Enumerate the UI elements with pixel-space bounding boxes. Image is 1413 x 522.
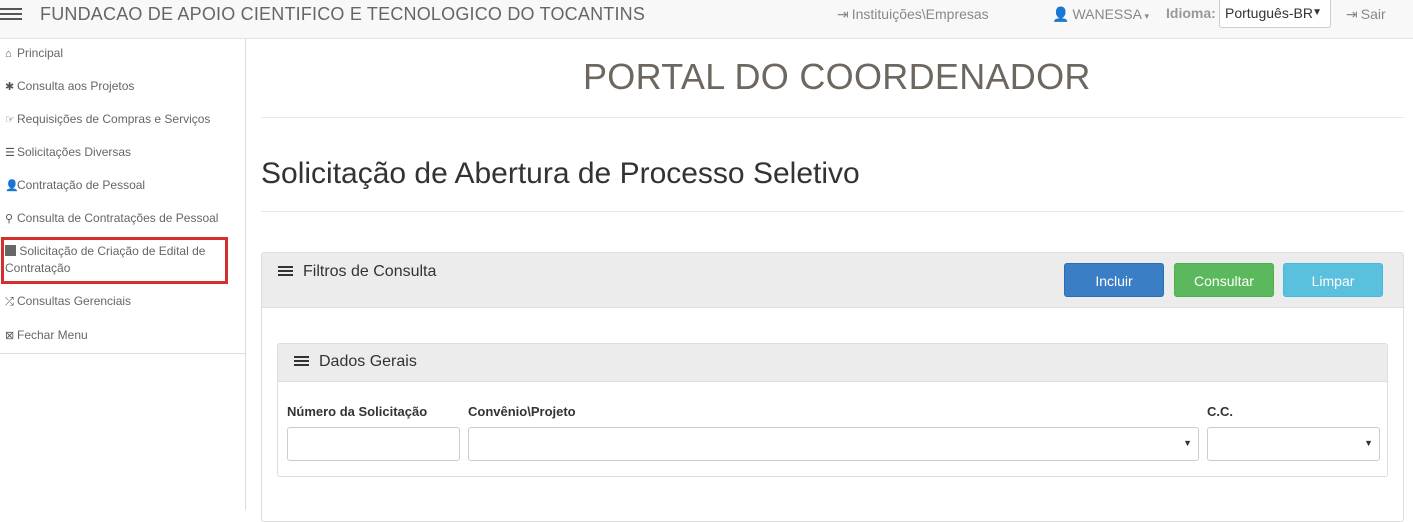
- user-menu[interactable]: 👤 WANESSA ▾: [1052, 6, 1149, 23]
- divider: [261, 117, 1404, 118]
- convenio-label: Convênio\Projeto: [468, 404, 576, 419]
- divider: [261, 211, 1404, 212]
- sidebar-item-label: Solicitações Diversas: [17, 145, 132, 159]
- institutions-link[interactable]: ⇥ Instituições\Empresas: [837, 6, 989, 23]
- sidebar-item-fechar-menu[interactable]: ⊠ Fechar Menu: [5, 328, 88, 342]
- caret-down-icon: ▼: [1312, 7, 1322, 18]
- general-data-title: Dados Gerais: [319, 353, 417, 370]
- sidebar-item-consultas-gerenciais[interactable]: ⤮ Consultas Gerenciais: [5, 294, 131, 309]
- close-box-icon: ⊠: [5, 330, 15, 342]
- sidebar-item-consulta-contratacoes[interactable]: ⚲ Consulta de Contratações de Pessoal: [5, 211, 218, 225]
- filter-panel: Filtros de Consulta Incluir Consultar Li…: [261, 252, 1404, 522]
- book-icon: [5, 245, 16, 256]
- hamburger-menu-icon[interactable]: [0, 5, 22, 21]
- consultar-button[interactable]: Consultar: [1174, 263, 1274, 297]
- limpar-button[interactable]: Limpar: [1283, 263, 1383, 297]
- sidebar-item-label: Fechar Menu: [17, 328, 88, 342]
- hand-point-icon: ☞: [5, 114, 15, 126]
- sidebar-item-principal[interactable]: ⌂ Principal: [5, 46, 63, 60]
- sidebar-item-label: Principal: [17, 46, 64, 60]
- random-icon: ⤮: [5, 296, 14, 308]
- sidebar-item-label: Requisições de Compras e Serviços: [17, 112, 211, 126]
- caret-down-icon: ▾: [1141, 11, 1149, 21]
- language-selected: Português-BR: [1225, 5, 1313, 21]
- sidebar-item-label: Solicitação de Criação de Edital de Cont…: [5, 244, 206, 275]
- sidebar-item-consulta-projetos[interactable]: ✱ Consulta aos Projetos: [5, 79, 134, 93]
- caret-down-icon: ▼: [1364, 438, 1373, 448]
- convenio-projeto-select[interactable]: ▼: [468, 427, 1199, 461]
- logout-link[interactable]: ⇥ Sair: [1346, 6, 1386, 23]
- sidebar-item-label: Consulta aos Projetos: [17, 79, 135, 93]
- language-label: Idioma:: [1166, 5, 1216, 21]
- user-name: WANESSA: [1072, 6, 1142, 22]
- incluir-button[interactable]: Incluir: [1064, 263, 1164, 297]
- sidebar-item-label: Consultas Gerenciais: [17, 294, 132, 308]
- filter-panel-title: Filtros de Consulta: [303, 263, 437, 280]
- logout-label: Sair: [1360, 6, 1386, 22]
- institutions-label: Instituições\Empresas: [851, 6, 989, 22]
- general-data-header: Dados Gerais: [278, 344, 1387, 382]
- search-icon: ⚲: [5, 213, 14, 225]
- filter-panel-header: Filtros de Consulta Incluir Consultar Li…: [262, 253, 1403, 308]
- top-navbar: FUNDACAO DE APOIO CIENTIFICO E TECNOLOGI…: [0, 0, 1413, 39]
- list-icon: [294, 356, 309, 368]
- language-select[interactable]: Português-BR ▼: [1219, 0, 1331, 28]
- sidebar-item-label: Contratação de Pessoal: [17, 178, 146, 192]
- sign-out-icon: ⇥: [837, 6, 849, 22]
- user-icon: 👤: [1052, 6, 1070, 22]
- numero-label: Número da Solicitação: [287, 404, 428, 419]
- general-data-panel: Dados Gerais Número da Solicitação Convê…: [277, 343, 1388, 477]
- sidebar-item-edital-contratacao[interactable]: Solicitação de Criação de Edital de Cont…: [5, 243, 220, 277]
- cc-label: C.C.: [1207, 404, 1233, 419]
- numero-solicitacao-input[interactable]: [287, 427, 460, 461]
- sidebar-item-requisicoes[interactable]: ☞ Requisições de Compras e Serviços: [5, 112, 210, 126]
- cc-select[interactable]: ▼: [1207, 427, 1380, 461]
- sidebar-item-label: Consulta de Contratações de Pessoal: [17, 211, 219, 225]
- caret-down-icon: ▼: [1183, 438, 1192, 448]
- sidebar-item-contratacao-pessoal[interactable]: 👤Contratação de Pessoal: [5, 178, 145, 192]
- brand-title[interactable]: FUNDACAO DE APOIO CIENTIFICO E TECNOLOGI…: [40, 4, 645, 25]
- list-icon: [278, 266, 293, 278]
- sidebar-divider: [245, 354, 246, 510]
- portal-title: PORTAL DO COORDENADOR: [583, 56, 1091, 97]
- list-icon: ☰: [5, 147, 15, 159]
- home-icon: ⌂: [5, 48, 12, 60]
- user-icon: 👤: [5, 180, 19, 192]
- sidebar-item-solicitacoes-diversas[interactable]: ☰ Solicitações Diversas: [5, 145, 131, 159]
- page-title: Solicitação de Abertura de Processo Sele…: [261, 157, 860, 190]
- asterisk-icon: ✱: [5, 81, 15, 93]
- sign-out-icon: ⇥: [1346, 6, 1358, 22]
